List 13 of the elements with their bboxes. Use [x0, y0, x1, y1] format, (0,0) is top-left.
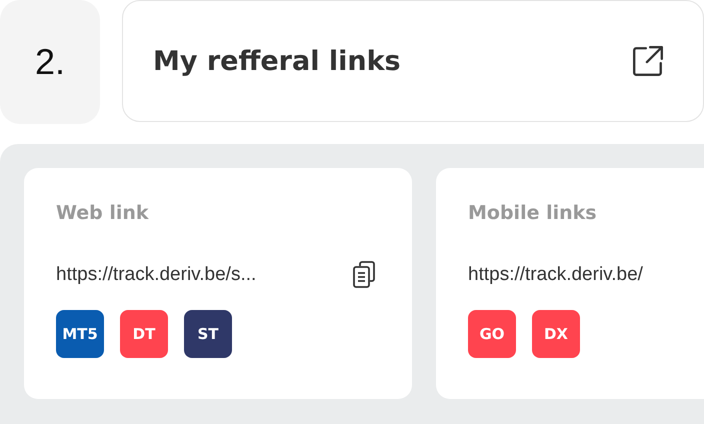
external-link-icon[interactable] — [631, 44, 665, 78]
app-badge[interactable]: MT5 — [56, 310, 104, 358]
app-badge[interactable]: DT — [120, 310, 168, 358]
copy-icon[interactable] — [352, 261, 376, 289]
link-url: https://track.deriv.be/ — [468, 264, 643, 286]
link-url: https://track.deriv.be/s... — [56, 264, 256, 286]
app-badge[interactable]: GO — [468, 310, 516, 358]
app-badge[interactable]: ST — [184, 310, 232, 358]
app-badge[interactable]: DX — [532, 310, 580, 358]
card-title: Web link — [56, 202, 150, 226]
section-title: My refferal links — [153, 46, 401, 76]
card-title: Mobile links — [468, 202, 598, 226]
step-number: 2. — [0, 0, 100, 124]
